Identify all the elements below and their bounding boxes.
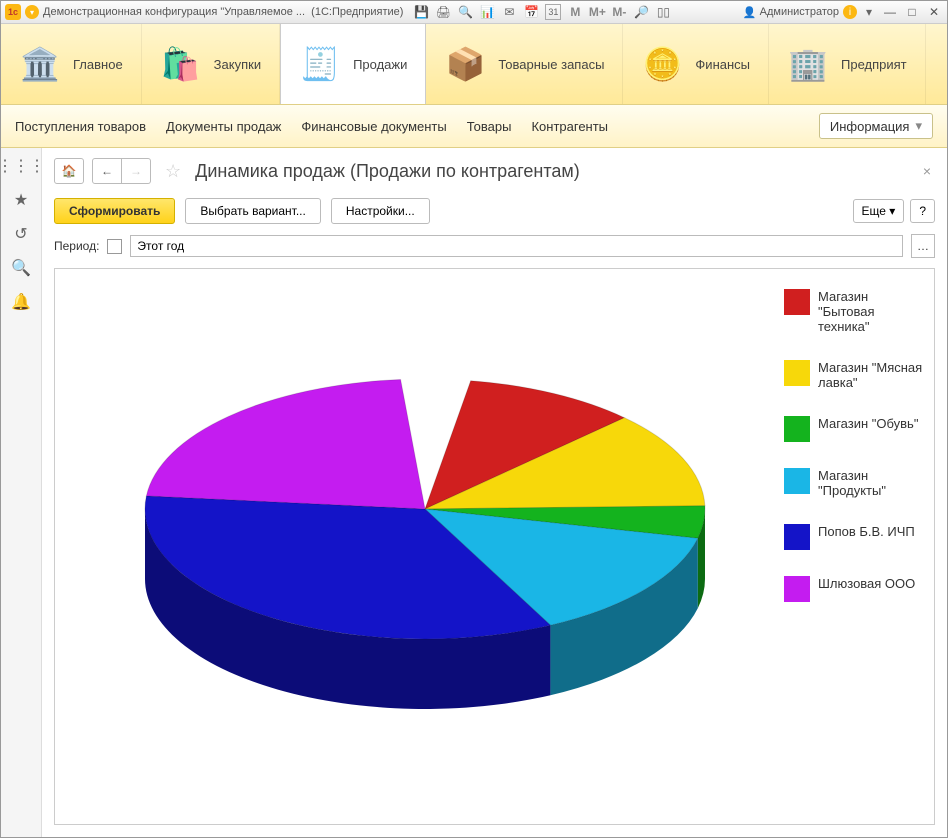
- page-header: 🏠 ← → ☆ Динамика продаж (Продажи по конт…: [42, 148, 947, 194]
- calendar-day-icon[interactable]: 31: [545, 4, 561, 20]
- favorite-toggle-icon[interactable]: ☆: [165, 161, 181, 182]
- subnav-info-button[interactable]: Информация ▾: [819, 113, 933, 139]
- left-sidebar: ⋮⋮⋮ ★ ↺ 🔍 🔔: [1, 148, 42, 837]
- legend-label: Магазин "Мясная лавка": [818, 360, 924, 390]
- subnav-goods[interactable]: Товары: [467, 119, 512, 134]
- legend-item: Магазин "Обувь": [784, 416, 924, 442]
- mail-icon[interactable]: ✉: [501, 4, 517, 20]
- app-menu-dropdown[interactable]: ▾: [25, 5, 39, 19]
- apps-icon[interactable]: ⋮⋮⋮: [11, 156, 31, 176]
- nav-icon: 🏛️: [19, 43, 61, 85]
- m-plus-icon[interactable]: M+: [589, 4, 605, 20]
- nav-icon: 🏢: [787, 43, 829, 85]
- nav-label: Главное: [73, 57, 123, 72]
- current-user[interactable]: 👤 Администратор: [743, 6, 839, 19]
- nav-label: Финансы: [695, 57, 750, 72]
- calendar-icon[interactable]: 📅: [523, 4, 539, 20]
- compare-icon[interactable]: 📊: [479, 4, 495, 20]
- legend-label: Шлюзовая ООО: [818, 576, 915, 591]
- nav-Продажи[interactable]: 🧾 Продажи: [280, 24, 426, 104]
- nav-icon: 🛍️: [160, 43, 202, 85]
- favorite-icon[interactable]: ★: [11, 190, 31, 210]
- titlebar: 1c ▾ Демонстрационная конфигурация "Упра…: [1, 1, 947, 24]
- subnav-receipts[interactable]: Поступления товаров: [15, 119, 146, 134]
- legend-swatch: [784, 524, 810, 550]
- legend-item: Магазин "Продукты": [784, 468, 924, 498]
- period-checkbox[interactable]: [107, 239, 122, 254]
- nav-label: Товарные запасы: [498, 57, 604, 72]
- help-dropdown-icon[interactable]: ▾: [861, 4, 877, 20]
- legend-swatch: [784, 416, 810, 442]
- forward-button[interactable]: →: [122, 158, 151, 184]
- nav-label: Закупки: [214, 57, 261, 72]
- nav-label: Предприят: [841, 57, 907, 72]
- pie-slice: [146, 380, 425, 510]
- notifications-icon[interactable]: 🔔: [11, 292, 31, 312]
- main-nav: 🏛️ Главное 🛍️ Закупки 🧾 Продажи 📦 Товарные запа…: [1, 24, 947, 105]
- nav-icon: 📦: [444, 43, 486, 85]
- report-toolbar: Сформировать Выбрать вариант... Настройк…: [42, 194, 947, 228]
- more-button[interactable]: Еще ▾: [853, 199, 905, 223]
- legend-item: Магазин "Бытовая техника": [784, 289, 924, 334]
- nav-Предприят[interactable]: 🏢 Предприят: [769, 24, 926, 104]
- zoom-icon[interactable]: 🔎: [633, 4, 649, 20]
- nav-Главное[interactable]: 🏛️ Главное: [1, 24, 142, 104]
- search-icon[interactable]: 🔍: [11, 258, 31, 278]
- minimize-button[interactable]: —: [881, 5, 899, 19]
- app-logo: 1c: [5, 4, 21, 20]
- legend-label: Магазин "Обувь": [818, 416, 918, 431]
- legend-item: Попов Б.В. ИЧП: [784, 524, 924, 550]
- help-button[interactable]: ?: [910, 199, 935, 223]
- period-input[interactable]: [130, 235, 903, 257]
- pie-chart: [65, 279, 785, 799]
- chart-legend: Магазин "Бытовая техника" Магазин "Мясная…: [784, 289, 924, 628]
- nav-label: Продажи: [353, 57, 407, 72]
- subnav-counterparties[interactable]: Контрагенты: [531, 119, 608, 134]
- legend-label: Магазин "Продукты": [818, 468, 924, 498]
- legend-label: Магазин "Бытовая техника": [818, 289, 924, 334]
- subnav-fin-docs[interactable]: Финансовые документы: [301, 119, 446, 134]
- info-icon[interactable]: i: [843, 5, 857, 19]
- chart-area: Магазин "Бытовая техника" Магазин "Мясная…: [54, 268, 935, 825]
- nav-icon: 🧾: [299, 43, 341, 85]
- run-report-button[interactable]: Сформировать: [54, 198, 175, 224]
- m-minus-icon[interactable]: M-: [611, 4, 627, 20]
- panels-icon[interactable]: ▯▯: [655, 4, 671, 20]
- home-button[interactable]: 🏠: [54, 158, 84, 184]
- nav-Товарные запасы[interactable]: 📦 Товарные запасы: [426, 24, 623, 104]
- period-label: Период:: [54, 239, 99, 253]
- nav-Финансы[interactable]: 🪙 Финансы: [623, 24, 769, 104]
- legend-label: Попов Б.В. ИЧП: [818, 524, 915, 539]
- period-picker-button[interactable]: …: [911, 234, 935, 258]
- legend-swatch: [784, 360, 810, 386]
- period-row: Период: …: [42, 228, 947, 264]
- choose-variant-button[interactable]: Выбрать вариант...: [185, 198, 320, 224]
- legend-item: Шлюзовая ООО: [784, 576, 924, 602]
- save-icon[interactable]: 💾: [413, 4, 429, 20]
- legend-swatch: [784, 468, 810, 494]
- sub-nav: Поступления товаров Документы продаж Фин…: [1, 105, 947, 148]
- legend-swatch: [784, 289, 810, 315]
- close-page-button[interactable]: ×: [919, 159, 935, 183]
- maximize-button[interactable]: □: [903, 5, 921, 19]
- print-icon[interactable]: 🖨: [435, 4, 451, 20]
- window-title: Демонстрационная конфигурация "Управляем…: [43, 6, 403, 18]
- history-icon[interactable]: ↺: [11, 224, 31, 244]
- close-button[interactable]: ✕: [925, 5, 943, 19]
- settings-button[interactable]: Настройки...: [331, 198, 430, 224]
- subnav-sales-docs[interactable]: Документы продаж: [166, 119, 281, 134]
- preview-icon[interactable]: 🔍: [457, 4, 473, 20]
- legend-item: Магазин "Мясная лавка": [784, 360, 924, 390]
- m-icon[interactable]: M: [567, 4, 583, 20]
- nav-icon: 🪙: [641, 43, 683, 85]
- back-button[interactable]: ←: [92, 158, 122, 184]
- nav-Закупки[interactable]: 🛍️ Закупки: [142, 24, 280, 104]
- page-title: Динамика продаж (Продажи по контрагентам…: [195, 161, 580, 182]
- legend-swatch: [784, 576, 810, 602]
